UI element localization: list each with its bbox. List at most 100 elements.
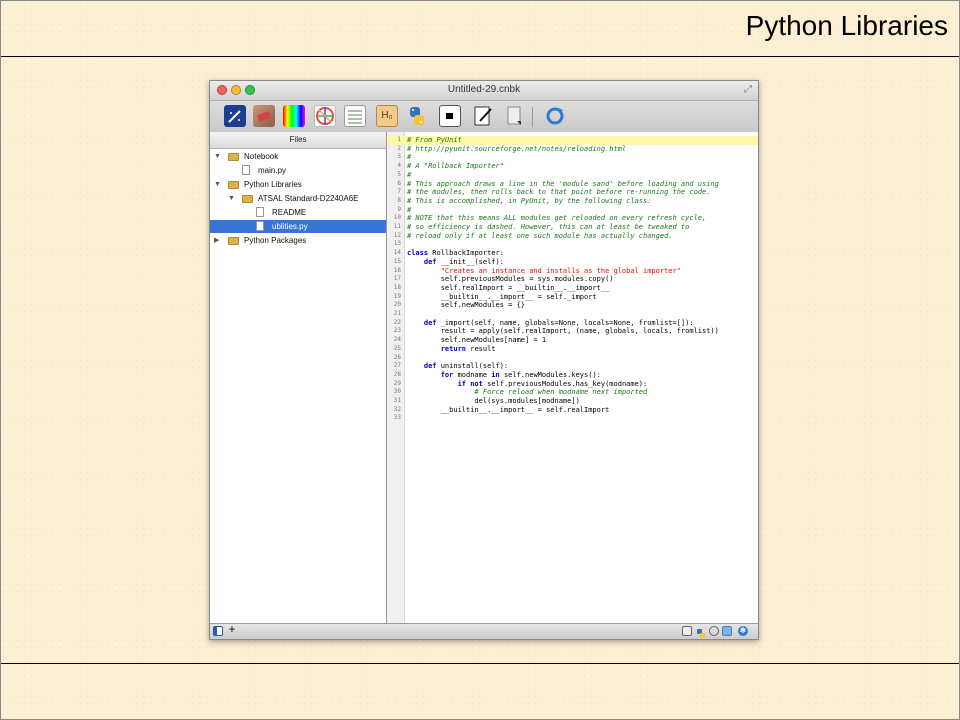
code-line[interactable]: 11 # so efficiency is dashed. However, th…: [387, 223, 758, 232]
line-number: 7: [397, 188, 401, 196]
disclosure-expanded-icon[interactable]: ▼: [214, 178, 221, 191]
header-h0-icon[interactable]: H₀: [376, 105, 398, 127]
top-rule: [0, 56, 960, 57]
code-line[interactable]: 12 # reload only if at least one such mod…: [387, 232, 758, 241]
slide-title: Python Libraries: [745, 10, 948, 41]
refresh-icon[interactable]: [544, 105, 566, 127]
code-token: del(sys.modules[modname]): [407, 397, 580, 405]
code-text: self.newModules[name] = 1: [407, 336, 546, 345]
folder-status-icon[interactable]: [722, 626, 732, 636]
code-text: # so efficiency is dashed. However, this…: [407, 223, 689, 232]
code-line[interactable]: 1 # From PyUnit: [387, 136, 758, 145]
line-number: 4: [397, 162, 401, 170]
gear-icon[interactable]: ✱: [738, 626, 748, 636]
code-line[interactable]: 19 __builtin__.__import__ = self._import: [387, 293, 758, 302]
code-line[interactable]: 23 result = apply(self.realImport, (name…: [387, 327, 758, 336]
disclosure-collapsed-icon[interactable]: ▶: [214, 234, 219, 247]
code-line[interactable]: 30 # Force reload when modname next impo…: [387, 388, 758, 397]
code-line[interactable]: 28 for modname in self.newModules.keys()…: [387, 371, 758, 380]
code-line[interactable]: 32 __builtin__.__import__ = self.realImp…: [387, 406, 758, 415]
code-line[interactable]: 9 #: [387, 206, 758, 215]
sidebar-toggle-icon[interactable]: [213, 626, 223, 636]
spectrum-icon[interactable]: [283, 105, 305, 127]
code-line[interactable]: 24 self.newModules[name] = 1: [387, 336, 758, 345]
code-token: if not: [457, 379, 488, 388]
title-bar[interactable]: Untitled-29.cnbk ⤢: [210, 81, 758, 101]
code-line[interactable]: 27 def uninstall(self):: [387, 362, 758, 371]
tag-icon[interactable]: [253, 105, 275, 127]
code-text: self.previousModules = sys.modules.copy(…: [407, 275, 614, 284]
code-token: class: [407, 249, 433, 258]
code-text: for modname in self.newModules.keys():: [407, 371, 601, 380]
folder-icon: [228, 181, 239, 189]
line-number: 18: [393, 283, 401, 291]
tree-item[interactable]: README: [210, 206, 386, 219]
color-wheel-icon[interactable]: [314, 105, 336, 127]
code-token: result = apply(self.realImport, (name, g…: [407, 327, 719, 336]
tree-item[interactable]: ▶ Python Packages: [210, 234, 386, 247]
code-line[interactable]: 4 # A "Rollback Importer": [387, 162, 758, 171]
disclosure-expanded-icon[interactable]: ▼: [228, 192, 235, 205]
line-number: 31: [393, 397, 401, 404]
tree-item[interactable]: ▼ Notebook: [210, 150, 386, 163]
tree-item[interactable]: ▼ ATSAL Standard-D2240A6E: [210, 192, 386, 205]
code-line[interactable]: 20 self.newModules = {}: [387, 301, 758, 310]
code-text: self.newModules = {}: [407, 301, 525, 310]
code-line[interactable]: 17 self.previousModules = sys.modules.co…: [387, 275, 758, 284]
code-editor[interactable]: 1 # From PyUnit 2 # http://pyunit.sourcefor…: [387, 132, 758, 624]
line-number: 6: [397, 179, 401, 187]
table-icon[interactable]: [344, 105, 366, 127]
notebook-edit-icon[interactable]: [472, 105, 494, 127]
code-line[interactable]: 3 #: [387, 153, 758, 162]
code-line[interactable]: 18 self.realImport = __builtin__.__impor…: [387, 284, 758, 293]
code-line[interactable]: 25 return result: [387, 345, 758, 354]
folder-icon: [228, 153, 239, 161]
line-number: 29: [393, 379, 401, 387]
code-line[interactable]: 5 #: [387, 171, 758, 180]
line-number: 20: [393, 301, 401, 309]
code-line[interactable]: 7 # the modules, then rolls back to that …: [387, 188, 758, 197]
code-line[interactable]: 33: [387, 414, 758, 423]
code-text: # This approach draws a line in the 'mod…: [407, 180, 719, 189]
code-text: return result: [407, 345, 496, 354]
code-line[interactable]: 8 # This is accomplished, in PyUnit, by t…: [387, 197, 758, 206]
disclosure-expanded-icon[interactable]: ▼: [214, 150, 221, 163]
code-line[interactable]: 31 del(sys.modules[modname]): [387, 397, 758, 406]
code-text: del(sys.modules[modname]): [407, 397, 580, 406]
code-line[interactable]: 16 "Creates an instance and installs as …: [387, 267, 758, 276]
page-icon[interactable]: [504, 105, 526, 127]
code-line[interactable]: 2 # http://pyunit.sourceforge.net/notes/r…: [387, 145, 758, 154]
tree-item[interactable]: ublities.py: [210, 220, 386, 233]
code-text: # A "Rollback Importer": [407, 162, 504, 171]
code-line[interactable]: 14 class RollbackImporter:: [387, 249, 758, 258]
circle-icon[interactable]: [709, 626, 719, 636]
line-number: 28: [393, 370, 401, 378]
code-token: self.previousModules = sys.modules.copy(…: [407, 275, 614, 284]
terminal-icon[interactable]: [439, 105, 461, 127]
fullscreen-icon[interactable]: ⤢: [744, 84, 752, 95]
code-line[interactable]: 26: [387, 354, 758, 363]
line-number: 5: [397, 170, 401, 178]
code-line[interactable]: 22 def _import(self, name, globals=None,…: [387, 319, 758, 328]
code-token: def: [423, 257, 441, 266]
code-line[interactable]: 15 def __init__(self):: [387, 258, 758, 267]
code-line[interactable]: 21: [387, 310, 758, 319]
code-line[interactable]: 29 if not self.previousModules.has_key(m…: [387, 380, 758, 389]
python-status-icon[interactable]: [696, 626, 706, 638]
python-icon[interactable]: [406, 105, 428, 127]
disk-icon[interactable]: [682, 626, 692, 636]
tree-item[interactable]: ▼ Python Libraries: [210, 178, 386, 191]
code-line[interactable]: 10 # NOTE that this means ALL modules get…: [387, 214, 758, 223]
code-line[interactable]: 13: [387, 240, 758, 249]
code-line[interactable]: 6 # This approach draws a line in the 'mo…: [387, 180, 758, 189]
tree-item[interactable]: main.py: [210, 164, 386, 177]
code-text: __builtin__.__import__ = self.realImport: [407, 406, 610, 415]
code-text: # Force reload when modname next importe…: [407, 388, 647, 397]
tree-item-label: Python Libraries: [244, 180, 302, 189]
code-token: RollbackImporter:: [432, 249, 504, 258]
add-icon[interactable]: +: [227, 625, 237, 636]
telescope-icon[interactable]: [224, 105, 246, 127]
